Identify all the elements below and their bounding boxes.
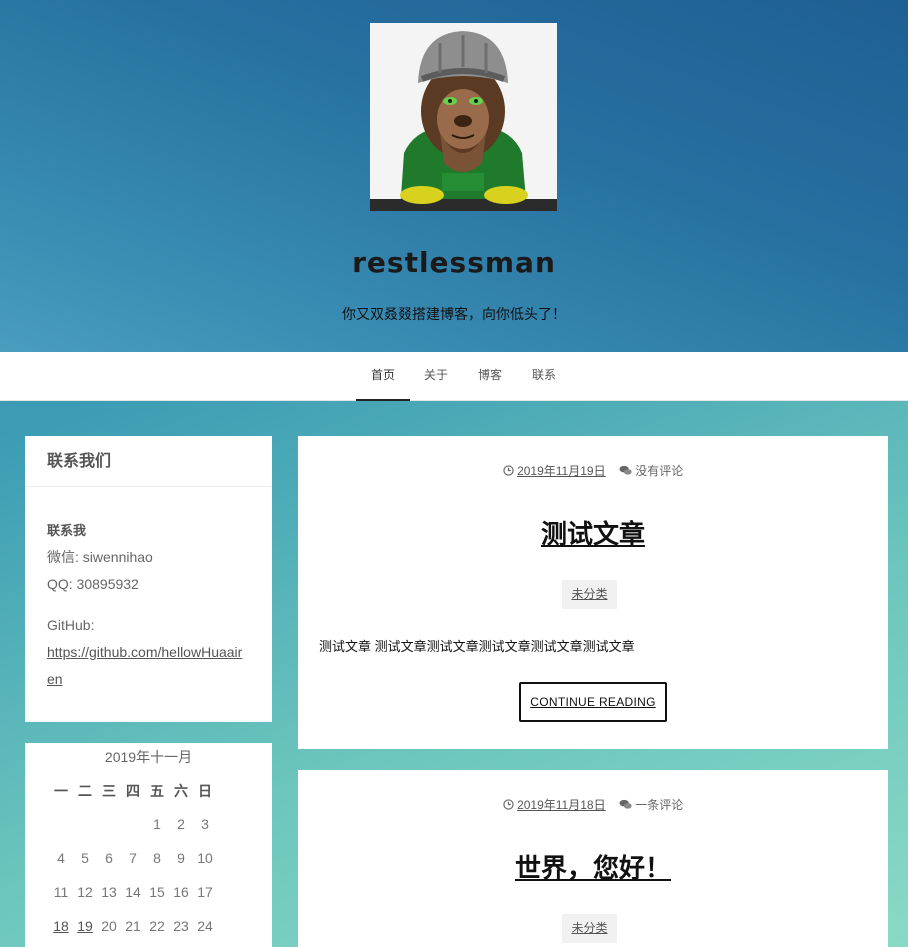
weekday-header: 二 [78,782,92,799]
post-meta: 2019年11月18日 一条评论 [298,796,888,813]
nav-item-blog[interactable]: 博客 [472,352,508,401]
calendar-day-link[interactable]: 18 [49,909,73,943]
widget-title: 联系我们 [25,436,272,487]
nav-item-home[interactable]: 首页 [356,352,410,401]
weekday-header: 三 [102,782,116,799]
post-category[interactable]: 未分类 [562,580,617,609]
calendar-day: 20 [101,918,117,934]
calendar-day: 6 [105,850,113,866]
post-comments[interactable]: 一条评论 [635,798,683,812]
calendar-day: 14 [125,884,141,900]
calendar-day: 16 [173,884,189,900]
post-title[interactable]: 测试文章 [298,514,888,551]
calendar-day: 7 [129,850,137,866]
weekday-header: 四 [126,782,140,799]
post-card: 2019年11月18日 一条评论 世界，您好！ 未分类 [298,770,888,947]
monkey-avatar-image [370,23,557,211]
calendar-day: 12 [77,884,93,900]
calendar-day [49,807,73,841]
calendar-day: 2 [177,816,185,832]
weekday-header: 一 [54,782,68,799]
github-link[interactable]: https://github.com/hellowHuaairen [47,644,242,687]
comments-icon [619,799,632,809]
calendar-day: 11 [53,884,69,900]
calendar-day: 17 [197,884,213,900]
calendar-widget: 2019年十一月 一 二 三 四 五 六 日 1 2 3 4 5 6 7 8 9… [25,743,272,947]
calendar-day [73,807,97,841]
calendar-day: 22 [149,918,165,934]
post-category[interactable]: 未分类 [562,914,617,943]
main-navigation: 首页 关于 博客 联系 [0,352,908,401]
calendar-day: 9 [177,850,185,866]
calendar-day [97,807,121,841]
calendar-day: 1 [153,816,161,832]
calendar-day: 21 [125,918,141,934]
clock-icon [503,465,514,476]
calendar-day: 5 [81,850,89,866]
site-header: restlessman 你又双叒叕搭建博客，向你低头了！ [0,0,908,352]
calendar-day: 23 [173,918,189,934]
qq-text: QQ: 30895932 [47,576,139,592]
weekday-header: 五 [150,782,164,799]
contact-heading: 联系我 [47,523,87,538]
post-card: 2019年11月19日 没有评论 测试文章 未分类 测试文章 测试文章测试文章测… [298,436,888,749]
calendar-table: 一 二 三 四 五 六 日 1 2 3 4 5 6 7 8 9 10 11 12… [49,774,217,943]
nav-item-about[interactable]: 关于 [418,352,454,401]
post-date[interactable]: 2019年11月18日 [517,798,606,812]
contact-widget: 联系我们 联系我 微信: siwennihao QQ: 30895932 Git… [25,436,272,722]
calendar-caption: 2019年十一月 [104,749,193,765]
nav-item-contact[interactable]: 联系 [526,352,562,401]
post-title[interactable]: 世界，您好！ [298,848,888,885]
continue-reading-button[interactable]: CONTINUE READING [519,682,667,722]
calendar-day: 24 [197,918,213,934]
site-description: 你又双叒叕搭建博客，向你低头了！ [342,306,566,322]
site-title[interactable]: restlessman [0,246,908,279]
calendar-day: 4 [57,850,65,866]
wechat-text: 微信: siwennihao [47,549,153,565]
github-label: GitHub: [47,617,95,633]
post-meta: 2019年11月19日 没有评论 [298,462,888,479]
calendar-day [121,807,145,841]
calendar-day: 10 [197,850,213,866]
post-excerpt: 测试文章 测试文章测试文章测试文章测试文章测试文章 [319,639,635,654]
clock-icon [503,799,514,810]
weekday-header: 六 [174,782,188,799]
calendar-day: 13 [101,884,117,900]
post-comments[interactable]: 没有评论 [635,464,683,478]
calendar-day: 15 [149,884,165,900]
site-logo[interactable] [370,23,557,211]
calendar-day: 3 [201,816,209,832]
calendar-day-link[interactable]: 19 [73,909,97,943]
weekday-header: 日 [198,782,212,799]
comments-icon [619,465,632,475]
post-date[interactable]: 2019年11月19日 [517,464,606,478]
calendar-day: 8 [153,850,161,866]
contact-body: 联系我 微信: siwennihao QQ: 30895932 GitHub: … [25,487,272,693]
